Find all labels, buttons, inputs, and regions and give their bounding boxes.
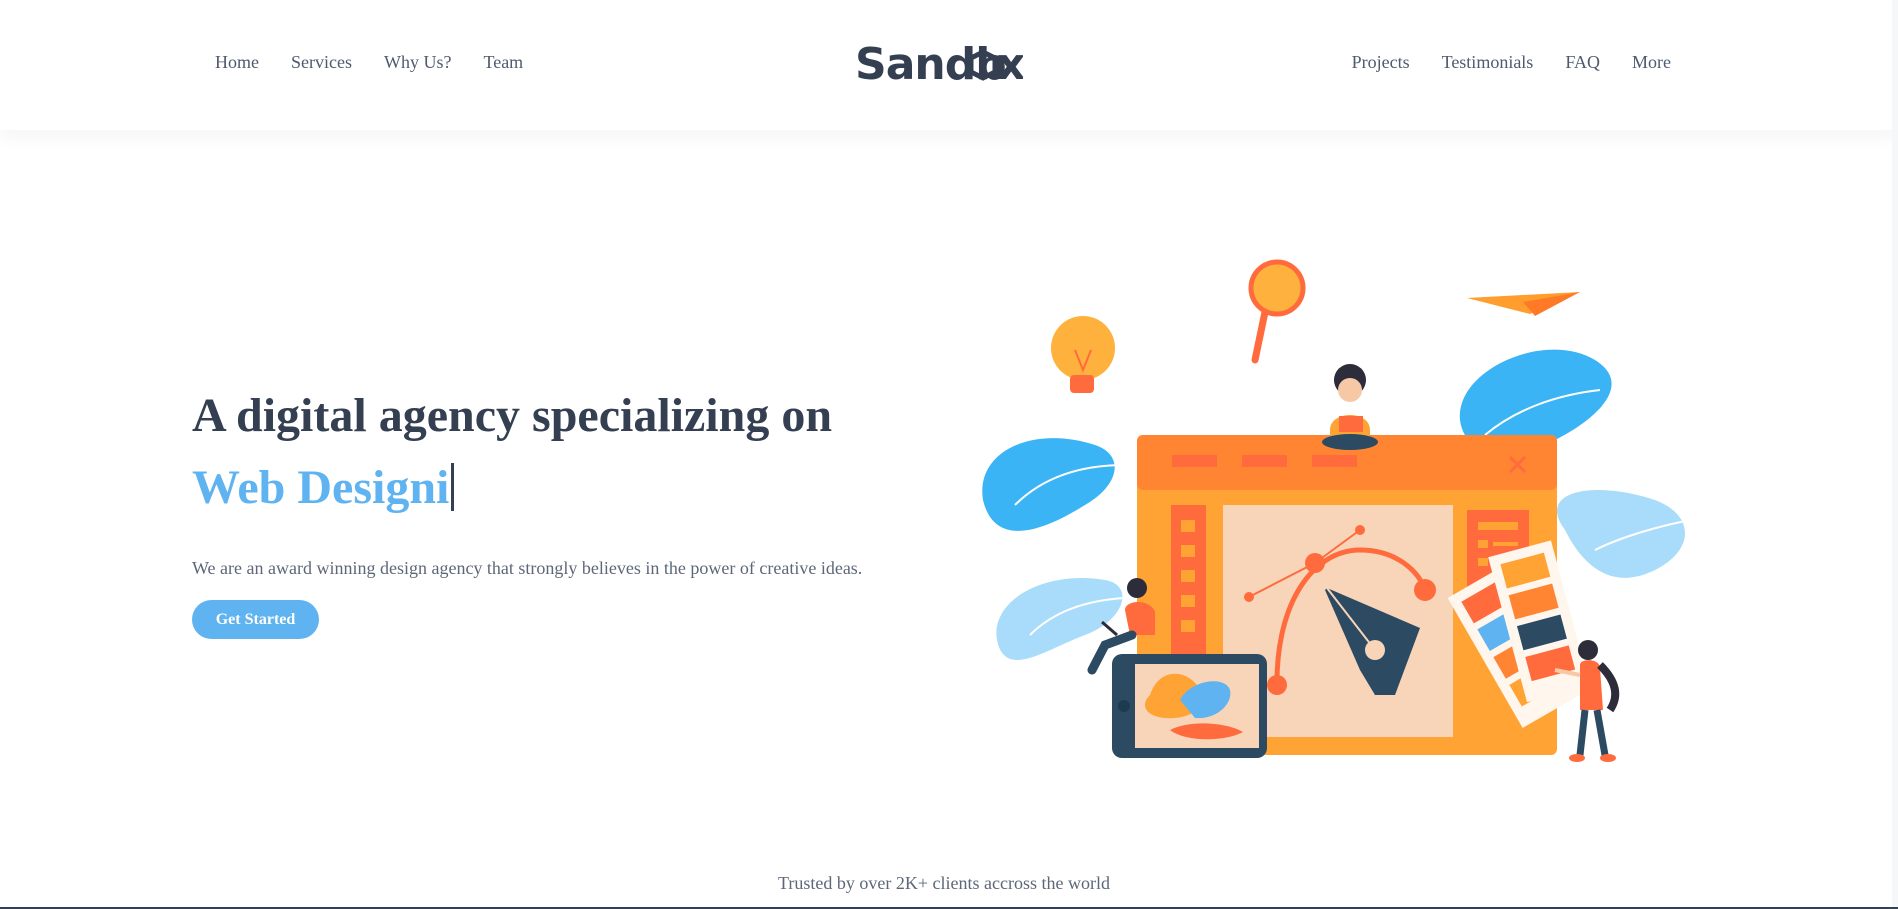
nav-link-services[interactable]: Services <box>291 52 352 73</box>
nav-link-projects[interactable]: Projects <box>1352 52 1410 73</box>
nav-link-faq[interactable]: FAQ <box>1565 52 1600 73</box>
nav-link-team[interactable]: Team <box>483 52 523 73</box>
svg-text:Sandb: Sandb <box>855 39 1006 90</box>
nav-link-why-us[interactable]: Why Us? <box>384 52 451 73</box>
typing-cursor <box>451 463 455 511</box>
hero-typed-text: Web Designi <box>192 460 455 516</box>
nav-left-group: Home Services Why Us? Team <box>215 52 523 73</box>
site-logo[interactable]: Sandb x <box>853 34 1026 90</box>
svg-text:x: x <box>997 39 1023 90</box>
nav-link-testimonials[interactable]: Testimonials <box>1442 52 1534 73</box>
navbar: Home Services Why Us? Team Sandb x Proje… <box>0 0 1898 130</box>
nav-link-more[interactable]: More <box>1632 52 1671 73</box>
trusted-by-text: Trusted by over 2K+ clients accross the … <box>778 873 1110 893</box>
get-started-button[interactable]: Get Started <box>192 600 319 639</box>
typed-word: Web Designi <box>192 461 450 514</box>
sandbox-logo-icon: Sandb x <box>855 39 1026 90</box>
design-illustration-icon <box>982 259 1691 762</box>
page-right-edge <box>1892 0 1898 909</box>
nav-right-group: Projects Testimonials FAQ More <box>1352 52 1671 73</box>
hero-title: A digital agency specializing on <box>192 389 833 442</box>
nav-link-home[interactable]: Home <box>215 52 259 73</box>
hero-illustration <box>975 250 1715 770</box>
hero-subtitle: We are an award winning design agency th… <box>192 558 863 578</box>
